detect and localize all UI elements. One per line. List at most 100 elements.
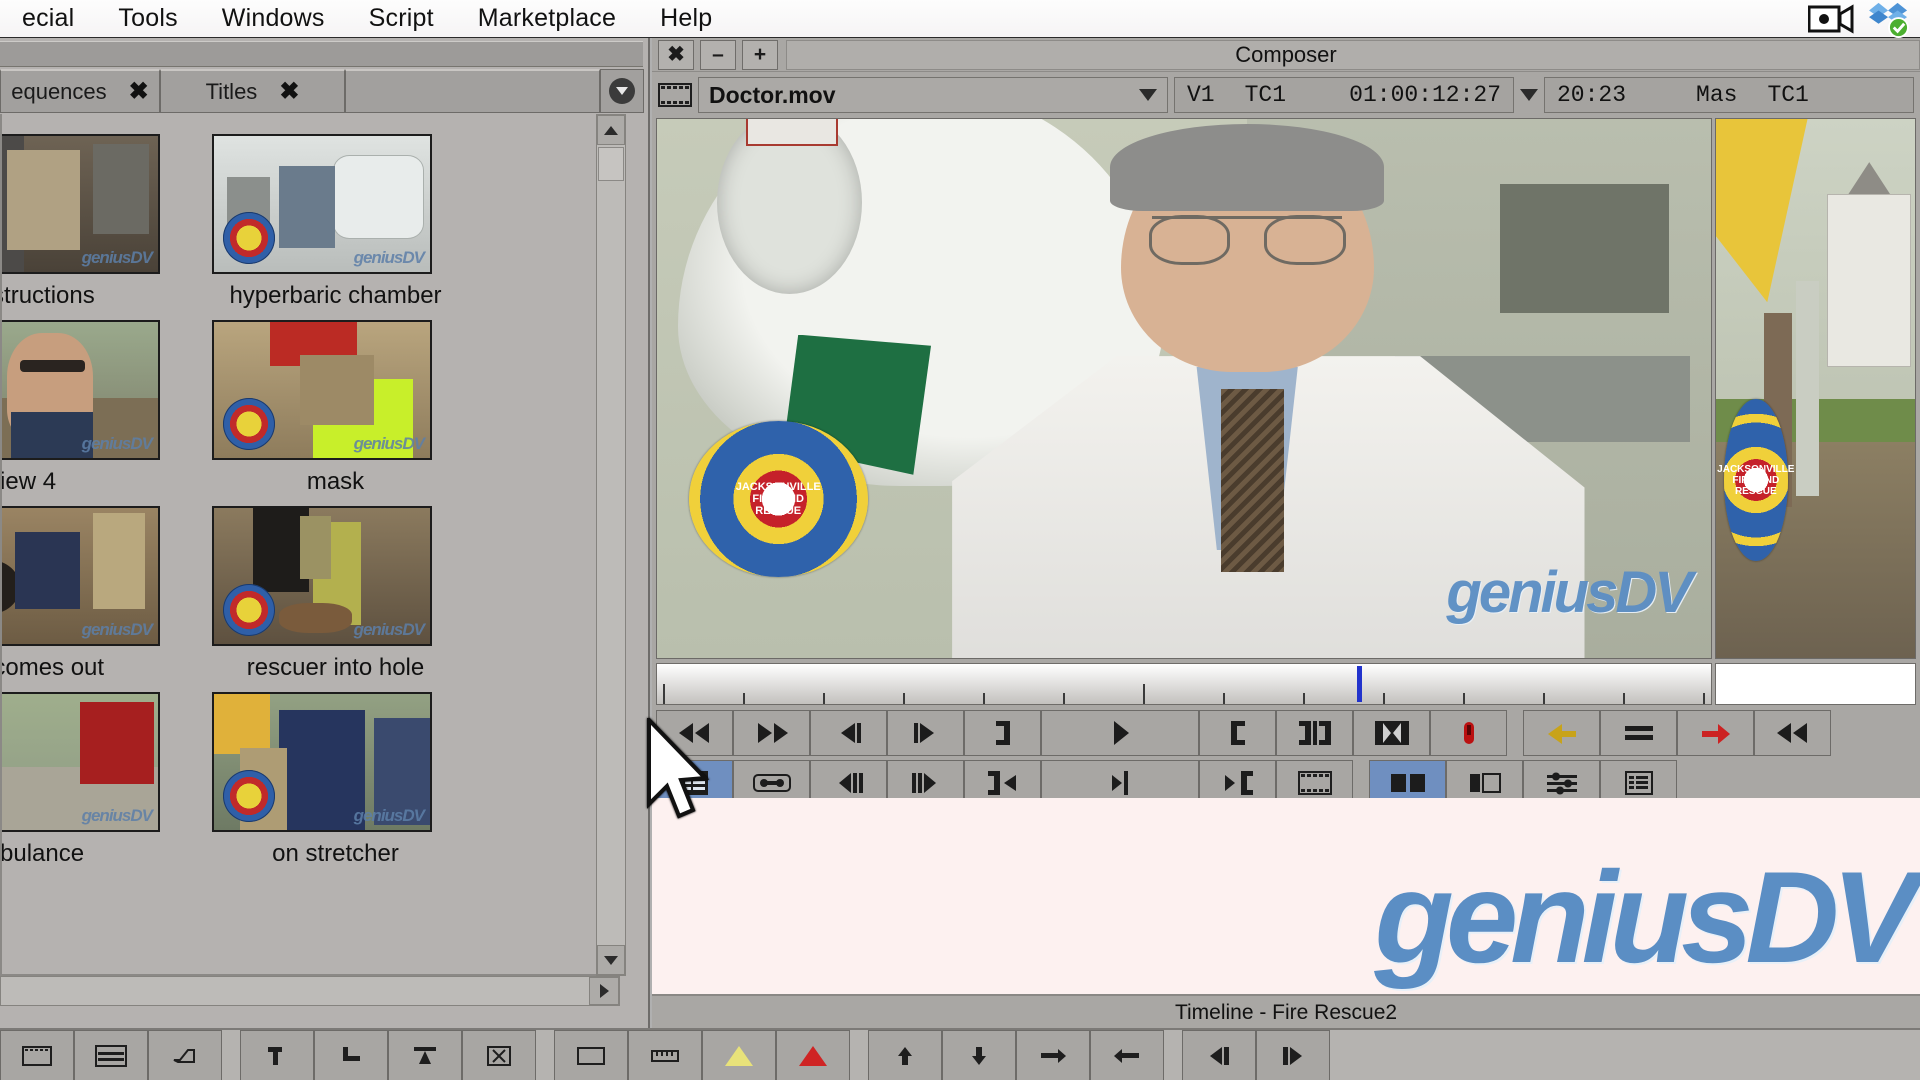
video-frame-doctor: JACKSONVILLE FIRE AND RESCUE geniusDV [657, 119, 1711, 658]
scroll-right-button[interactable] [589, 977, 619, 1005]
bottom-step-in-button[interactable] [1016, 1030, 1090, 1080]
scrollbar-thumb[interactable] [598, 147, 624, 181]
chevron-down-icon [1139, 89, 1157, 101]
bin-tab-titles[interactable]: Titles ✖ [160, 69, 345, 113]
chevron-up-icon [604, 125, 618, 135]
application-menu-bar: ecial Tools Windows Script Marketplace H… [0, 0, 1920, 38]
extract-button[interactable] [1600, 710, 1677, 756]
bottom-splice-button[interactable] [388, 1030, 462, 1080]
clip-thumbnail[interactable]: geniusDV [2, 134, 160, 274]
clip-label: Interview 4 [0, 468, 57, 495]
bottom-mark-in-button[interactable] [240, 1030, 314, 1080]
record-position-bar[interactable] [1715, 663, 1916, 705]
bottom-trim-right-button[interactable] [1256, 1030, 1330, 1080]
rewind-button[interactable] [656, 710, 733, 756]
bottom-yellow-marker-button[interactable] [702, 1030, 776, 1080]
bottom-audio-button[interactable] [148, 1030, 222, 1080]
bottom-lift-button[interactable] [868, 1030, 942, 1080]
chevron-down-icon [609, 78, 635, 104]
clip-thumbnail[interactable]: geniusDV [212, 506, 432, 646]
source-timecode-display[interactable]: V1 TC1 01:00:12:27 [1174, 77, 1514, 113]
source-position-bar[interactable] [656, 663, 1712, 705]
clip-thumbnail[interactable]: geniusDV [212, 692, 432, 832]
chevron-down-icon[interactable] [1520, 89, 1538, 101]
clip-thumbnail[interactable]: geniusDV [212, 134, 432, 274]
splice-in-button[interactable] [1677, 710, 1754, 756]
playhead-position-indicator[interactable] [1357, 666, 1362, 702]
menu-windows[interactable]: Windows [200, 4, 347, 33]
bin-clip-rescuer-into-hole[interactable]: geniusDV rescuer into hole [212, 506, 459, 682]
clip-name-label: Doctor.mov [709, 81, 836, 108]
record-timecode-display[interactable]: 20:23 Mas TC1 [1544, 77, 1914, 113]
step-forward-one-frame-button[interactable] [887, 710, 964, 756]
menu-special[interactable]: ecial [0, 4, 96, 33]
bin-fast-menu-button[interactable] [600, 69, 644, 113]
bottom-trim-left-button[interactable] [1182, 1030, 1256, 1080]
bottom-overwrite-button[interactable] [462, 1030, 536, 1080]
yellow-triangle-icon [725, 1046, 753, 1066]
bin-clip-hyperbaric-chamber[interactable]: geniusDV hyperbaric chamber [212, 134, 459, 310]
mark-clip-button[interactable] [1276, 710, 1353, 756]
clip-watermark: geniusDV [81, 434, 153, 453]
bottom-monitor-button[interactable] [554, 1030, 628, 1080]
clip-label: hyperbaric chamber [229, 282, 442, 309]
menu-marketplace[interactable]: Marketplace [456, 4, 638, 33]
bin-window: equences ✖ Titles ✖ geniusDV tructions g… [0, 38, 650, 1028]
clip-name-selector[interactable]: Doctor.mov [698, 77, 1168, 113]
clip-watermark: geniusDV [353, 806, 425, 825]
menu-tools[interactable]: Tools [96, 4, 199, 33]
bin-horizontal-scrollbar[interactable] [0, 976, 620, 1006]
agency-seal-icon [223, 770, 275, 822]
record-button[interactable] [1430, 710, 1507, 756]
go-to-in-out-button[interactable] [1353, 710, 1430, 756]
scroll-up-button[interactable] [597, 115, 625, 145]
clip-thumbnail[interactable]: geniusDV [2, 506, 160, 646]
scroll-down-button[interactable] [597, 945, 625, 975]
rewind-right-button[interactable] [1754, 710, 1831, 756]
bottom-ruler-button[interactable] [628, 1030, 702, 1080]
lift-button[interactable] [1523, 710, 1600, 756]
mark-out-button[interactable] [964, 710, 1041, 756]
video-camera-icon[interactable] [1808, 2, 1854, 36]
bottom-red-marker-button[interactable] [776, 1030, 850, 1080]
agency-seal-icon [223, 398, 275, 450]
bottom-step-out-button[interactable] [1090, 1030, 1164, 1080]
bottom-mark-out-button[interactable] [314, 1030, 388, 1080]
clip-label: ng instructions [2, 282, 95, 309]
source-timecode-value: 01:00:12:27 [1349, 82, 1501, 108]
fast-forward-button[interactable] [733, 710, 810, 756]
source-monitor[interactable]: JACKSONVILLE FIRE AND RESCUE geniusDV [656, 118, 1712, 659]
bin-clip-on-stretcher[interactable]: geniusDV on stretcher [212, 692, 459, 868]
record-monitor[interactable]: JACKSONVILLE FIRE AND RESCUE [1715, 118, 1916, 659]
bin-clip-ng-instructions[interactable]: geniusDV ng instructions [2, 134, 187, 310]
agency-seal-icon: JACKSONVILLE FIRE AND RESCUE [1717, 399, 1794, 561]
bottom-timeline-button[interactable] [74, 1030, 148, 1080]
video-frame-rescue-scene: JACKSONVILLE FIRE AND RESCUE [1716, 119, 1915, 658]
menu-help[interactable]: Help [638, 4, 734, 33]
bin-vertical-scrollbar[interactable] [596, 114, 626, 976]
close-icon[interactable]: ✖ [129, 79, 149, 104]
bin-clip-rescuer-comes-out[interactable]: geniusDV cuer comes out [2, 506, 187, 682]
bottom-extract-button[interactable] [942, 1030, 1016, 1080]
step-back-one-frame-button[interactable] [810, 710, 887, 756]
bin-thumbnail-area[interactable]: geniusDV ng instructions geniusDV hyperb… [0, 114, 620, 976]
bin-clip-interview-4[interactable]: geniusDV Interview 4 [0, 320, 187, 496]
timeline-area[interactable]: geniusDV Timeline - Fire Rescue2 [652, 798, 1920, 1028]
bin-clip-to-ambulance[interactable]: geniusDV to ambulance [2, 692, 187, 868]
clip-thumbnail[interactable]: geniusDV [2, 320, 160, 460]
play-button[interactable] [1041, 710, 1199, 756]
composer-title: Composer [1235, 41, 1337, 67]
menu-script[interactable]: Script [347, 4, 456, 33]
bin-clip-mask[interactable]: geniusDV mask [212, 320, 459, 496]
clip-thumbnail[interactable]: geniusDV [2, 692, 160, 832]
clip-thumbnail[interactable]: geniusDV [212, 320, 432, 460]
menu-bar-tray [1808, 0, 1920, 38]
close-icon[interactable]: ✖ [279, 79, 299, 104]
bottom-film-icon-button[interactable] [0, 1030, 74, 1080]
composer-info-bar: Doctor.mov V1 TC1 01:00:12:27 20:23 Mas … [652, 72, 1920, 114]
dropbox-synced-icon[interactable] [1868, 0, 1910, 38]
chevron-right-icon [599, 984, 609, 998]
mark-in-button[interactable] [1199, 710, 1276, 756]
bin-tab-sequences[interactable]: equences ✖ [0, 69, 160, 113]
application-watermark: geniusDV [1374, 844, 1918, 990]
